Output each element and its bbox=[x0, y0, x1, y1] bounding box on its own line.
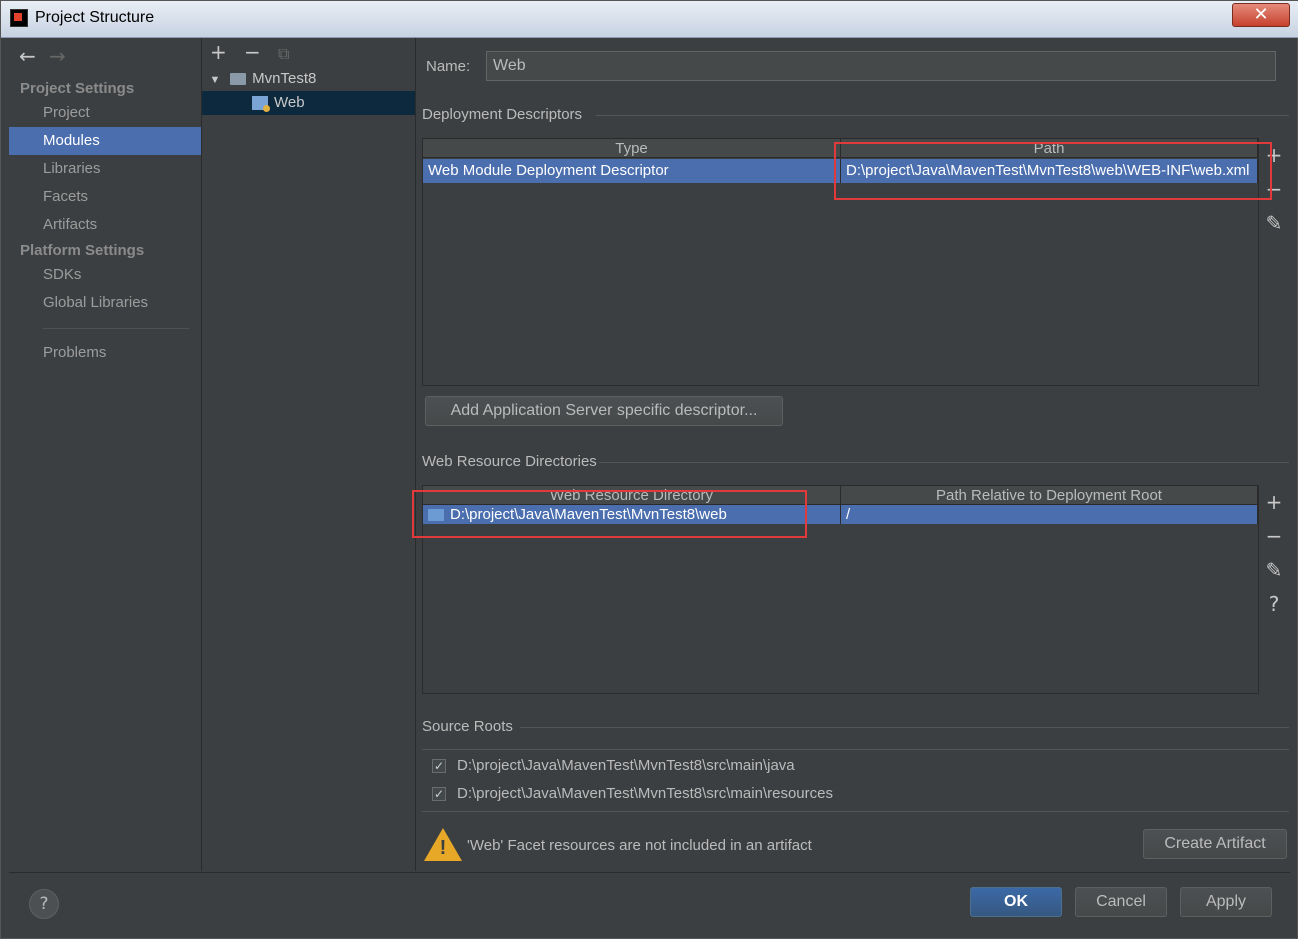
apply-button[interactable]: Apply bbox=[1180, 887, 1272, 917]
window-title: Project Structure bbox=[35, 9, 155, 26]
web-facet-icon bbox=[252, 96, 270, 113]
warning-exclamation: ! bbox=[439, 837, 447, 859]
module-tree-panel: + − ⧉ ▼ MvnTest8 Web bbox=[202, 38, 416, 871]
edit-pencil-icon[interactable]: ✎ bbox=[1259, 206, 1289, 240]
name-input[interactable]: Web bbox=[486, 51, 1276, 81]
project-structure-dialog: Project Structure ✕ ← → Project Settings … bbox=[0, 0, 1298, 939]
tree-toolbar: + − ⧉ bbox=[210, 40, 312, 64]
web-resource-directories-title: Web Resource Directories bbox=[422, 453, 597, 470]
forward-arrow-icon[interactable]: → bbox=[49, 44, 79, 68]
relative-path-cell[interactable]: / bbox=[841, 505, 1258, 524]
group-divider bbox=[596, 115, 1289, 116]
warning-text: 'Web' Facet resources are not included i… bbox=[467, 837, 812, 854]
name-label: Name: bbox=[426, 58, 471, 75]
sidebar-item-project[interactable]: Project bbox=[9, 99, 201, 127]
help-button[interactable]: ? bbox=[29, 889, 59, 919]
remove-icon[interactable]: − bbox=[1259, 519, 1289, 553]
group-divider bbox=[520, 727, 1289, 728]
source-root-resources-path: D:\project\Java\MavenTest\MvnTest8\src\m… bbox=[457, 785, 833, 802]
edit-pencil-icon[interactable]: ✎ bbox=[1259, 553, 1289, 587]
tree-node-label: Web bbox=[274, 94, 305, 111]
back-arrow-icon[interactable]: ← bbox=[19, 44, 49, 68]
web-resource-side-toolbar: + − ✎ ? bbox=[1259, 485, 1289, 621]
tree-node-web[interactable]: Web bbox=[202, 91, 415, 115]
title-bar: Project Structure ✕ bbox=[1, 1, 1298, 38]
column-header-relative-path[interactable]: Path Relative to Deployment Root bbox=[841, 486, 1258, 505]
settings-sidebar: ← → Project Settings Project Modules Libr… bbox=[9, 38, 202, 871]
remove-module-icon[interactable]: − bbox=[244, 40, 278, 64]
group-divider bbox=[422, 749, 1289, 750]
add-module-icon[interactable]: + bbox=[210, 40, 244, 64]
history-navigation: ← → bbox=[19, 44, 79, 68]
cancel-button[interactable]: Cancel bbox=[1075, 887, 1167, 917]
ok-button[interactable]: OK bbox=[970, 887, 1062, 917]
copy-module-icon[interactable]: ⧉ bbox=[278, 44, 312, 64]
tree-node-label: MvnTest8 bbox=[252, 70, 317, 87]
sidebar-item-modules[interactable]: Modules bbox=[9, 127, 201, 155]
source-root-resources-checkbox[interactable]: ✓ bbox=[432, 787, 446, 801]
module-folder-icon bbox=[230, 73, 247, 86]
sidebar-divider bbox=[43, 328, 189, 329]
column-header-type[interactable]: Type bbox=[423, 139, 841, 158]
help-question-icon[interactable]: ? bbox=[1259, 587, 1289, 621]
intellij-app-icon bbox=[10, 9, 28, 27]
dialog-footer: ? OK Cancel Apply bbox=[9, 872, 1290, 933]
sidebar-item-sdks[interactable]: SDKs bbox=[9, 261, 201, 289]
facet-settings-panel: Name: Web Deployment Descriptors Type Pa… bbox=[412, 38, 1290, 871]
create-artifact-button[interactable]: Create Artifact bbox=[1143, 829, 1287, 859]
source-roots-title: Source Roots bbox=[422, 718, 513, 735]
annotation-highlight-box bbox=[834, 142, 1272, 200]
close-button[interactable]: ✕ bbox=[1232, 3, 1290, 27]
add-server-descriptor-button[interactable]: Add Application Server specific descript… bbox=[425, 396, 783, 426]
group-divider bbox=[599, 462, 1289, 463]
sidebar-item-global-libraries[interactable]: Global Libraries bbox=[9, 289, 201, 317]
platform-settings-header: Platform Settings bbox=[20, 242, 145, 259]
descriptor-type-cell[interactable]: Web Module Deployment Descriptor bbox=[423, 159, 841, 183]
source-root-java-path: D:\project\Java\MavenTest\MvnTest8\src\m… bbox=[457, 757, 795, 774]
sidebar-item-libraries[interactable]: Libraries bbox=[9, 155, 201, 183]
sidebar-item-facets[interactable]: Facets bbox=[9, 183, 201, 211]
annotation-highlight-box bbox=[412, 490, 807, 538]
deployment-descriptors-title: Deployment Descriptors bbox=[422, 106, 583, 123]
sidebar-item-problems[interactable]: Problems bbox=[9, 339, 201, 367]
project-settings-header: Project Settings bbox=[20, 80, 135, 97]
expand-chevron-icon[interactable]: ▼ bbox=[204, 68, 226, 92]
sidebar-item-artifacts[interactable]: Artifacts bbox=[9, 211, 201, 239]
add-icon[interactable]: + bbox=[1259, 485, 1289, 519]
group-divider bbox=[422, 811, 1289, 812]
tree-node-mvntest8[interactable]: ▼ MvnTest8 bbox=[202, 67, 415, 91]
source-root-java-checkbox[interactable]: ✓ bbox=[432, 759, 446, 773]
